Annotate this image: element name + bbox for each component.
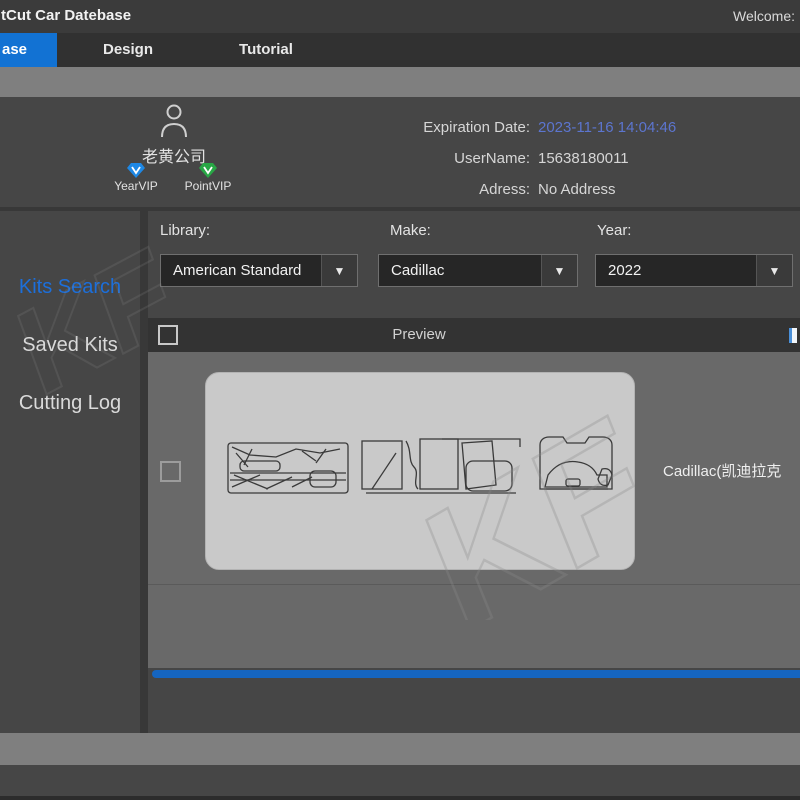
badge-pointvip-label: PointVIP [184,179,232,193]
chevron-down-icon[interactable]: ▼ [756,255,792,286]
results-list: Cadillac(凯迪拉克 [148,352,800,668]
main-tab-bar: ase Design Tutorial [0,33,800,67]
welcome-text: Welcome: [733,8,795,24]
make-dropdown[interactable]: Cadillac ▼ [378,254,578,287]
person-icon [160,103,188,139]
filter-area: Library: Make: Year: American Standard ▼… [148,211,800,318]
library-label: Library: [160,222,210,239]
results-header: Preview [148,318,800,352]
separator-band-bottom [0,733,800,765]
result-name: Cadillac(凯迪拉克 [663,460,781,481]
badge-yearvip: YearVIP [112,163,160,193]
badge-pointvip: PointVIP [184,163,232,193]
library-dropdown[interactable]: American Standard ▼ [160,254,358,287]
horizontal-scrollbar-thumb[interactable] [152,670,800,678]
vertical-divider [140,211,148,733]
address-value: No Address [538,181,616,198]
vip-diamond-green-icon [199,163,217,178]
title-bar: tCut Car Datebase Welcome: [0,0,800,33]
sidebar-item-saved-kits[interactable]: Saved Kits [0,334,140,357]
make-label: Make: [390,222,431,239]
expiration-row: Expiration Date: 2023-11-16 14:04:46 [400,117,795,138]
row-checkbox[interactable] [160,461,181,482]
expiration-value: 2023-11-16 14:04:46 [538,119,676,136]
app-title: tCut Car Datebase [1,7,131,24]
tab-car-database[interactable]: ase [0,33,57,67]
chevron-down-icon[interactable]: ▼ [541,255,577,286]
car-pattern-preview [205,372,635,570]
separator-band-top [0,67,800,97]
vip-diamond-blue-icon [127,163,145,178]
result-row[interactable]: Cadillac(凯迪拉克 [148,352,800,585]
app-window: tCut Car Datebase Welcome: ase Design Tu… [0,0,800,800]
preview-column-header: Preview [369,326,469,343]
username-value: 15638180011 [538,150,629,167]
username-row: UserName: 15638180011 [400,148,795,169]
make-dropdown-value: Cadillac [391,262,444,279]
chevron-down-icon[interactable]: ▼ [321,255,357,286]
user-info-panel: 老黄公司 YearVIP PointVIP Expiration Date: 2… [0,97,800,207]
sidebar-item-kits-search[interactable]: Kits Search [0,276,140,299]
select-all-checkbox[interactable] [158,325,178,345]
library-dropdown-value: American Standard [173,262,301,279]
tab-design[interactable]: Design [90,33,166,67]
badge-yearvip-label: YearVIP [112,179,160,193]
sidebar-item-cutting-log[interactable]: Cutting Log [0,392,140,415]
account-info: Expiration Date: 2023-11-16 14:04:46 Use… [400,117,795,200]
year-dropdown[interactable]: 2022 ▼ [595,254,793,287]
address-row: Adress: No Address [400,179,795,200]
next-column-partial [789,328,797,343]
window-bottom-edge [0,796,800,800]
tab-tutorial[interactable]: Tutorial [228,33,304,67]
address-label: Adress: [400,181,530,198]
username-label: UserName: [400,150,530,167]
expiration-label: Expiration Date: [400,119,530,136]
car-pattern-drawing [206,373,634,569]
horizontal-scrollbar-track[interactable] [148,668,800,680]
year-dropdown-value: 2022 [608,262,641,279]
year-label: Year: [597,222,631,239]
